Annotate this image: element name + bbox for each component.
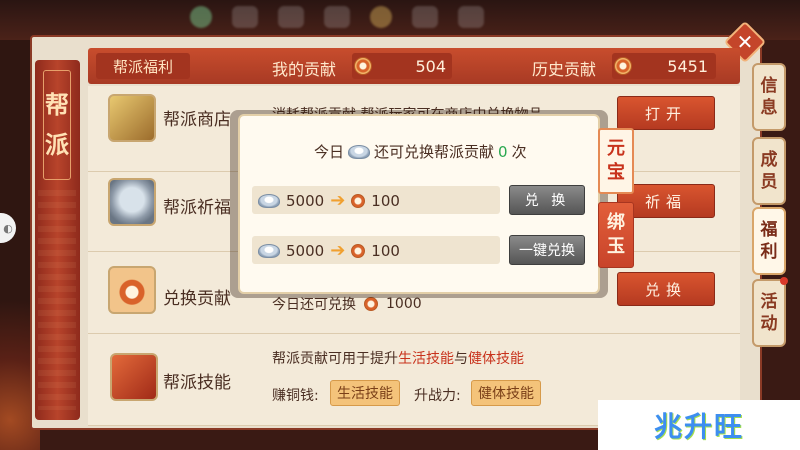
exchange-remaining-value: 1000 [386, 296, 422, 312]
guild-tab-label: 帮 派 [43, 70, 71, 180]
contribution-coin-icon [354, 57, 372, 75]
skill-desc-text: 与 [454, 351, 468, 367]
guild-skill-icon [110, 353, 158, 401]
tab-members[interactable]: 成员 [752, 137, 786, 205]
remaining-count: 0 [498, 142, 508, 161]
contribution-coin-icon [364, 297, 378, 311]
ingot-icon [348, 144, 371, 159]
guild-shop-icon [108, 94, 156, 142]
history-contribution-label: 历史贡献 [532, 60, 597, 79]
guild-tab-char: 派 [45, 131, 69, 159]
life-skill-highlight: 生活技能 [398, 351, 454, 367]
power-up-label: 升战力: [414, 388, 461, 404]
blessing-mask-icon [108, 178, 156, 226]
earn-copper-label: 赚铜钱: [272, 388, 319, 404]
my-contribution-label: 我的贡献 [272, 60, 337, 79]
tab-activity[interactable]: 活动 [752, 279, 786, 347]
dialog-text: 还可兑换帮派贡献 [374, 143, 495, 161]
page-title: 帮派福利 [96, 53, 190, 79]
tab-welfare[interactable]: 福利 [752, 207, 786, 275]
hud-icon [370, 6, 392, 28]
hud-icon [278, 6, 304, 28]
tab-bound-jade[interactable]: 绑玉 [598, 202, 634, 268]
open-shop-button[interactable]: 打开 [617, 96, 715, 130]
tab-label: 元宝 [607, 138, 625, 183]
skill-desc-text: 帮派贡献可用于提升 [272, 351, 398, 367]
row-title: 帮派技能 [163, 373, 231, 393]
fitness-skill-highlight: 健体技能 [468, 351, 524, 367]
contribution-ring-icon [108, 266, 156, 314]
exchange-cost: 5000 ➔ 100 [258, 190, 400, 211]
arrow-right-icon: ➔ [330, 190, 346, 211]
gain-value: 100 [371, 191, 400, 210]
tab-label: 福利 [760, 220, 778, 262]
contribution-coin-icon [614, 57, 632, 75]
tab-info[interactable]: 信息 [752, 63, 786, 131]
gain-value: 100 [371, 241, 400, 260]
tab-label: 活动 [760, 292, 778, 334]
exchange-all-button[interactable]: 一键兑换 [509, 235, 585, 265]
guild-tab-char: 帮 [45, 91, 69, 119]
watermark-logo: 兆升旺 [598, 400, 800, 450]
top-hud-blurred-icons [190, 6, 484, 28]
tab-yuanbao[interactable]: 元宝 [598, 128, 634, 194]
hud-icon [458, 6, 484, 28]
contribution-coin-icon [351, 193, 366, 208]
row-title: 帮派祈福 [163, 198, 231, 218]
dialog-text: 次 [511, 143, 527, 161]
hud-icon [232, 6, 258, 28]
row-title: 帮派商店 [163, 110, 231, 130]
hud-icon [324, 6, 350, 28]
tab-label: 成员 [760, 150, 778, 192]
cost-value: 5000 [286, 241, 325, 260]
hud-icon [412, 6, 438, 28]
tab-label: 绑玉 [607, 212, 625, 257]
ingot-icon [258, 243, 280, 258]
watermark-text: 兆升旺 [653, 410, 744, 443]
fitness-skill-button[interactable]: 健体技能 [471, 380, 541, 406]
exchange-once-button[interactable]: 兑 换 [509, 185, 585, 215]
exchange-button[interactable]: 兑换 [617, 272, 715, 306]
row-title: 兑换贡献 [163, 289, 231, 309]
dialog-text: 今日 [314, 143, 345, 161]
ingot-icon [258, 193, 280, 208]
dialog-message: 今日 还可兑换帮派贡献 0 次 [314, 141, 527, 162]
hud-icon [190, 6, 212, 28]
tab-label: 信息 [760, 76, 778, 118]
cost-value: 5000 [286, 191, 325, 210]
exchange-cost: 5000 ➔ 100 [258, 240, 400, 261]
skill-desc: 帮派贡献可用于提升生活技能与健体技能 [272, 348, 524, 368]
notification-dot [780, 277, 788, 285]
banner-decoration [38, 190, 76, 410]
arrow-right-icon: ➔ [330, 240, 346, 261]
life-skill-button[interactable]: 生活技能 [330, 380, 400, 406]
contribution-coin-icon [351, 243, 366, 258]
